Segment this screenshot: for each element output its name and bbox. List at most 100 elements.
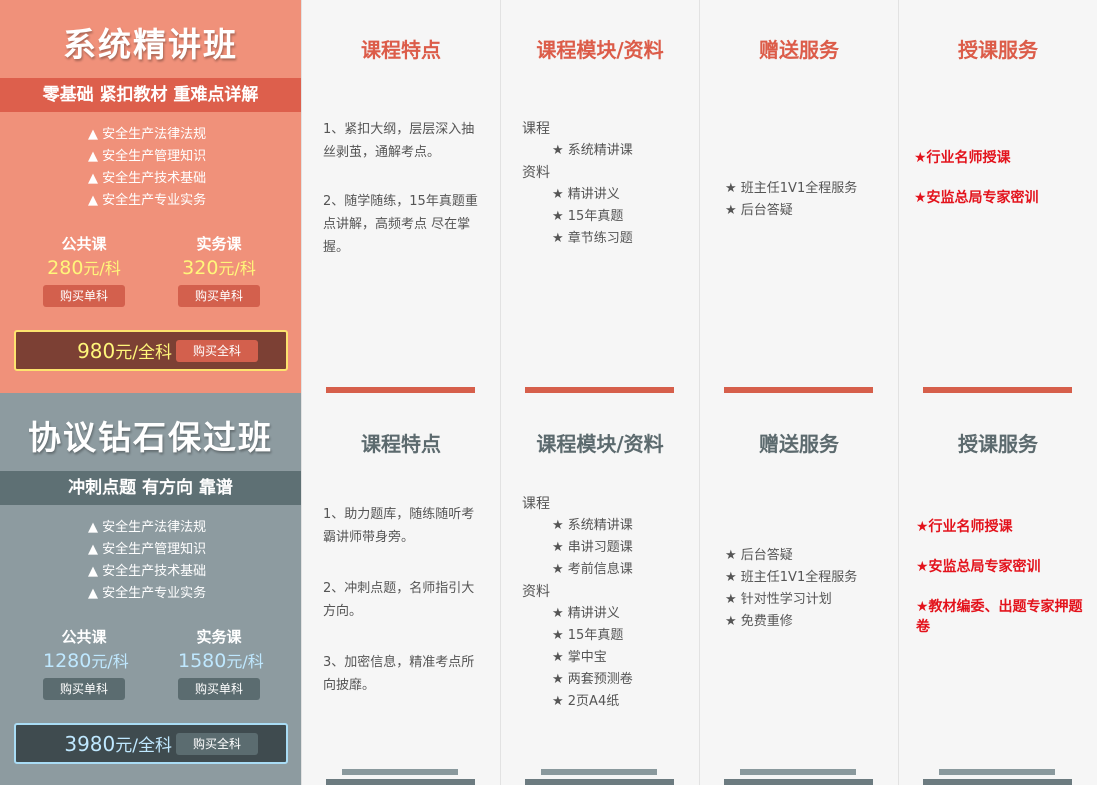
subject-item: ▲ 安全生产专业实务: [88, 586, 207, 601]
package-title: 协议钻石保过班: [28, 418, 273, 457]
course-label: 课程: [522, 496, 550, 512]
package-row-diamond: 协议钻石保过班 冲刺点题 有方向 靠谱 ▲ 安全生产法律法规 ▲ 安全生产管理知…: [0, 393, 1097, 785]
services-column: 赠送服务 ★ 班主任1V1全程服务 ★ 后台答疑: [699, 0, 898, 393]
subject-item: ▲ 安全生产管理知识: [88, 149, 207, 164]
modules-column: 课程模块/资料 课程 ★ 系统精讲课 资料 ★ 精讲讲义 ★ 15年真题 ★ 章…: [500, 0, 699, 393]
package-summary-panel: 系统精讲班 零基础 紧扣教材 重难点详解 ▲ 安全生产法律法规 ▲ 安全生产管理…: [0, 0, 301, 393]
teaching-list: ★行业名师授课 ★安监总局专家密训: [914, 148, 1039, 228]
service-item: ★ 后台答疑: [725, 548, 793, 563]
trait-text: 2、随学随练，15年真题重点讲解，高频考点 尽在掌握。: [323, 194, 478, 255]
column-title: 授课服务: [958, 432, 1038, 456]
teaching-item: ★行业名师授课: [916, 519, 1013, 535]
subject-item: ▲ 安全生产法律法规: [88, 127, 207, 142]
practice-course-label: 实务课: [196, 235, 242, 253]
subject-item: ▲ 安全生产技术基础: [88, 171, 207, 186]
material-label: 资料: [522, 165, 550, 181]
course-item: ★ 串讲习题课: [552, 540, 633, 555]
subject-list: ▲ 安全生产法律法规 ▲ 安全生产管理知识 ▲ 安全生产技术基础 ▲ 安全生产专…: [88, 124, 206, 212]
practice-course-price: 实务课 1580元/科 购买单科: [178, 627, 264, 700]
traits-column: 课程特点 1、助力题库，随练随听考霸讲师带身旁。 2、冲刺点题，名师指引大方向。…: [301, 393, 500, 785]
service-list: ★ 后台答疑 ★ 班主任1V1全程服务 ★ 针对性学习计划 ★ 免费重修: [725, 545, 857, 633]
subject-item: ▲ 安全生产法律法规: [88, 520, 207, 535]
buy-single-practice-button[interactable]: 购买单科: [178, 678, 260, 700]
material-item: ★ 章节练习题: [552, 231, 633, 246]
material-label: 资料: [522, 584, 550, 600]
material-item: ★ 15年真题: [552, 628, 624, 643]
course-item: ★ 考前信息课: [552, 562, 633, 577]
total-price-box: 980元/全科 购买全科: [14, 330, 288, 371]
module-list: 课程 ★ 系统精讲课 资料 ★ 精讲讲义 ★ 15年真题 ★ 章节练习题: [522, 118, 633, 250]
teaching-item: ★安监总局专家密训: [916, 559, 1041, 575]
public-course-amount: 280元/科: [47, 257, 121, 279]
material-item: ★ 精讲讲义: [552, 187, 620, 202]
services-column: 赠送服务 ★ 后台答疑 ★ 班主任1V1全程服务 ★ 针对性学习计划 ★ 免费重…: [699, 393, 898, 785]
modules-column: 课程模块/资料 课程 ★ 系统精讲课 ★ 串讲习题课 ★ 考前信息课 资料 ★ …: [500, 393, 699, 785]
public-course-amount: 1280元/科: [43, 650, 129, 672]
subject-item: ▲ 安全生产管理知识: [88, 542, 207, 557]
material-item: ★ 两套预测卷: [552, 672, 633, 687]
trait-text: 3、加密信息，精准考点所向披靡。: [323, 655, 475, 693]
practice-course-label: 实务课: [196, 628, 242, 646]
public-course-price: 公共课 1280元/科 购买单科: [43, 627, 129, 700]
module-list: 课程 ★ 系统精讲课 ★ 串讲习题课 ★ 考前信息课 资料 ★ 精讲讲义 ★ 1…: [522, 493, 633, 713]
traits-column: 课程特点 1、紧扣大纲，层层深入抽丝剥茧，通解考点。 2、随学随练，15年真题重…: [301, 0, 500, 393]
public-course-price: 公共课 280元/科 购买单科: [43, 234, 125, 307]
teaching-item: ★教材编委、出题专家押题卷: [916, 599, 1083, 635]
buy-single-practice-button[interactable]: 购买单科: [178, 285, 260, 307]
column-title: 课程模块/资料: [536, 38, 664, 62]
public-course-label: 公共课: [61, 628, 107, 646]
column-title: 课程模块/资料: [536, 432, 664, 456]
buy-single-public-button[interactable]: 购买单科: [43, 678, 125, 700]
column-accent-bar: [740, 769, 856, 775]
package-slogan: 零基础 紧扣教材 重难点详解: [0, 78, 301, 112]
practice-course-amount: 1580元/科: [178, 650, 264, 672]
column-title: 课程特点: [361, 38, 441, 62]
total-price: 3980元/全科: [64, 732, 172, 756]
buy-single-public-button[interactable]: 购买单科: [43, 285, 125, 307]
package-summary-panel: 协议钻石保过班 冲刺点题 有方向 靠谱 ▲ 安全生产法律法规 ▲ 安全生产管理知…: [0, 393, 301, 785]
buy-all-button[interactable]: 购买全科: [176, 733, 258, 755]
material-item: ★ 15年真题: [552, 209, 624, 224]
column-accent-bar: [541, 769, 657, 775]
service-item: ★ 班主任1V1全程服务: [725, 181, 858, 196]
teaching-item: ★行业名师授课: [914, 150, 1011, 166]
practice-course-price: 实务课 320元/科 购买单科: [178, 234, 260, 307]
buy-all-button[interactable]: 购买全科: [176, 340, 258, 362]
column-title: 课程特点: [361, 432, 441, 456]
practice-course-amount: 320元/科: [182, 257, 256, 279]
column-accent-bar: [939, 769, 1055, 775]
service-item: ★ 免费重修: [725, 614, 793, 629]
material-item: ★ 精讲讲义: [552, 606, 620, 621]
material-item: ★ 2页A4纸: [552, 694, 620, 709]
course-item: ★ 系统精讲课: [552, 143, 633, 158]
column-accent-bar: [342, 769, 458, 775]
column-title: 赠送服务: [759, 432, 839, 456]
teaching-item: ★安监总局专家密训: [914, 190, 1039, 206]
package-title: 系统精讲班: [63, 25, 238, 64]
package-row-system: 系统精讲班 零基础 紧扣教材 重难点详解 ▲ 安全生产法律法规 ▲ 安全生产管理…: [0, 0, 1097, 393]
service-list: ★ 班主任1V1全程服务 ★ 后台答疑: [725, 178, 857, 222]
material-item: ★ 掌中宝: [552, 650, 607, 665]
total-price: 980元/全科: [77, 339, 172, 363]
column-bar: [326, 779, 475, 785]
service-item: ★ 针对性学习计划: [725, 592, 832, 607]
public-course-label: 公共课: [61, 235, 107, 253]
teaching-column: 授课服务 ★行业名师授课 ★安监总局专家密训: [898, 0, 1097, 393]
column-title: 授课服务: [958, 38, 1038, 62]
course-item: ★ 系统精讲课: [552, 518, 633, 533]
package-slogan: 冲刺点题 有方向 靠谱: [0, 471, 301, 505]
service-item: ★ 后台答疑: [725, 203, 793, 218]
subject-list: ▲ 安全生产法律法规 ▲ 安全生产管理知识 ▲ 安全生产技术基础 ▲ 安全生产专…: [88, 517, 206, 605]
column-bar: [724, 779, 873, 785]
subject-item: ▲ 安全生产专业实务: [88, 193, 207, 208]
column-title: 赠送服务: [759, 38, 839, 62]
trait-text: 2、冲刺点题，名师指引大方向。: [323, 581, 475, 619]
service-item: ★ 班主任1V1全程服务: [725, 570, 858, 585]
total-price-box: 3980元/全科 购买全科: [14, 723, 288, 764]
trait-text: 1、助力题库，随练随听考霸讲师带身旁。: [323, 507, 475, 545]
teaching-list: ★行业名师授课 ★安监总局专家密训 ★教材编委、出题专家押题卷: [916, 517, 1096, 657]
column-bar: [525, 779, 674, 785]
subject-item: ▲ 安全生产技术基础: [88, 564, 207, 579]
course-label: 课程: [522, 121, 550, 137]
column-bar: [923, 779, 1072, 785]
